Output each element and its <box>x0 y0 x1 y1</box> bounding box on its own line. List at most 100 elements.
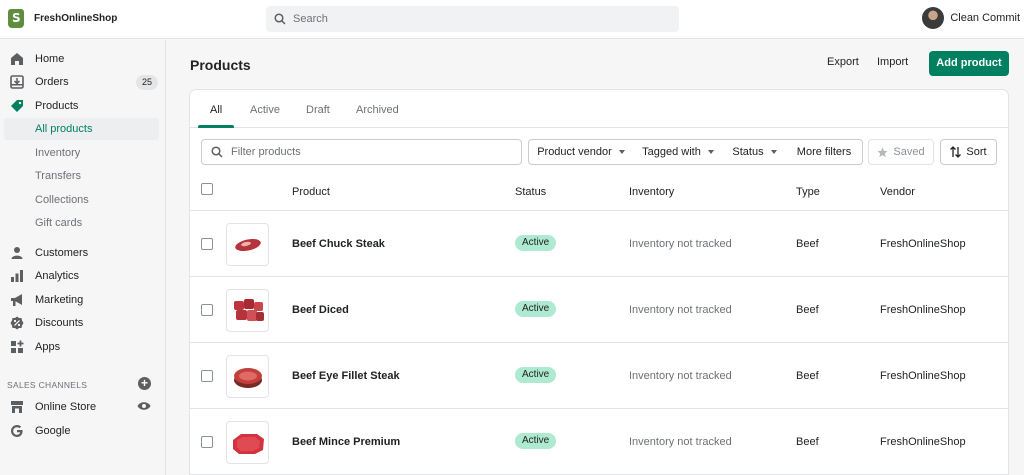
row-checkbox[interactable] <box>201 370 213 382</box>
caret-down-icon <box>770 150 777 154</box>
avatar <box>922 7 945 29</box>
sidebar-item-inventory[interactable]: Inventory <box>0 142 166 164</box>
sidebar-item-label: Inventory <box>35 147 81 159</box>
discount-icon <box>10 316 24 330</box>
table-row[interactable]: Beef Chuck Steak Active Inventory not tr… <box>190 211 1008 277</box>
sidebar-item-orders[interactable]: Orders 25 <box>0 71 166 93</box>
sidebar-item-label: Customers <box>35 247 89 259</box>
sidebar-item-gift-cards[interactable]: Gift cards <box>0 212 166 234</box>
column-header-product[interactable]: Product <box>292 186 330 198</box>
sidebar-item-label: Marketing <box>35 294 84 306</box>
table-row[interactable]: Beef Mince Premium Active Inventory not … <box>190 409 1008 475</box>
sidebar-item-label: Collections <box>35 194 89 206</box>
store-brand[interactable]: FreshOnlineShop <box>8 9 117 28</box>
tab-archived[interactable]: Archived <box>356 104 399 116</box>
more-filters-label: More filters <box>796 146 852 158</box>
product-thumbnail <box>226 421 269 464</box>
sidebar-item-marketing[interactable]: Marketing <box>0 289 166 311</box>
tagged-with-filter-button[interactable]: Tagged with <box>633 139 724 165</box>
filter-products-input[interactable]: Filter products <box>201 139 522 165</box>
select-all-checkbox[interactable] <box>201 183 213 195</box>
search-placeholder: Search <box>293 13 328 25</box>
import-button[interactable]: Import <box>877 56 908 68</box>
eye-icon[interactable] <box>137 401 151 411</box>
sidebar: Home Orders 25 Products All products Inv… <box>0 40 166 475</box>
top-bar: FreshOnlineShop Search Clean Commit <box>0 0 1024 39</box>
sidebar-item-label: Google <box>35 425 71 437</box>
product-vendor-label: Product vendor <box>537 146 612 158</box>
product-thumbnail <box>226 223 269 266</box>
add-sales-channel-icon[interactable]: + <box>138 377 151 390</box>
product-name[interactable]: Beef Chuck Steak <box>292 238 385 250</box>
store-icon <box>11 401 23 413</box>
apps-icon <box>11 340 24 353</box>
status-badge: Active <box>515 433 557 449</box>
status-label: Status <box>732 146 764 158</box>
row-checkbox[interactable] <box>201 304 213 316</box>
status-filter-button[interactable]: Status <box>723 139 787 165</box>
status-badge: Active <box>515 235 557 251</box>
tab-draft[interactable]: Draft <box>306 104 330 116</box>
saved-label: Saved <box>893 146 925 158</box>
product-tabs: All Active Draft Archived <box>190 90 1008 128</box>
table-row[interactable]: Beef Eye Fillet Steak Active Inventory n… <box>190 343 1008 409</box>
table-row[interactable]: Beef Diced Active Inventory not tracked … <box>190 277 1008 343</box>
sidebar-item-label: Orders <box>35 76 69 88</box>
add-product-button[interactable]: Add product <box>929 51 1009 76</box>
tag-icon <box>11 100 23 112</box>
status-badge: Active <box>515 301 557 317</box>
product-vendor-filter-button[interactable]: Product vendor <box>528 139 634 165</box>
sidebar-item-label: Transfers <box>35 170 82 182</box>
search-icon <box>211 146 223 158</box>
product-thumbnail <box>226 355 269 398</box>
sidebar-item-google[interactable]: Google <box>0 420 166 442</box>
sidebar-item-all-products[interactable]: All products <box>4 118 159 140</box>
user-menu[interactable]: Clean Commit <box>922 7 1020 29</box>
column-header-status: Status <box>515 186 547 198</box>
star-icon <box>877 146 888 157</box>
column-header-inventory: Inventory <box>629 186 675 198</box>
export-button[interactable]: Export <box>827 56 859 68</box>
inventory-cell: Inventory not tracked <box>629 436 732 448</box>
row-checkbox[interactable] <box>201 238 213 250</box>
active-tab-indicator <box>198 125 234 128</box>
column-header-vendor: Vendor <box>880 186 915 198</box>
sidebar-item-label: Home <box>35 53 65 65</box>
orders-icon <box>10 75 24 89</box>
sidebar-item-analytics[interactable]: Analytics <box>0 265 166 287</box>
sidebar-item-collections[interactable]: Collections <box>0 189 166 211</box>
product-name[interactable]: Beef Diced <box>292 304 349 316</box>
sidebar-item-label: All products <box>35 123 93 135</box>
vendor-cell: FreshOnlineShop <box>880 304 966 316</box>
sidebar-item-customers[interactable]: Customers <box>0 242 166 264</box>
tagged-with-label: Tagged with <box>642 146 701 158</box>
saved-button[interactable]: Saved <box>868 139 934 165</box>
more-filters-button[interactable]: More filters <box>786 139 863 165</box>
google-icon <box>11 425 23 437</box>
sort-button[interactable]: Sort <box>940 139 997 165</box>
tab-all[interactable]: All <box>210 104 222 116</box>
filter-placeholder: Filter products <box>231 146 301 158</box>
inventory-cell: Inventory not tracked <box>629 370 732 382</box>
sidebar-item-label: Products <box>35 100 79 112</box>
caret-down-icon <box>707 150 714 154</box>
sidebar-item-transfers[interactable]: Transfers <box>0 165 166 187</box>
search-input[interactable]: Search <box>266 6 679 32</box>
orders-count-badge: 25 <box>136 75 158 90</box>
product-name[interactable]: Beef Mince Premium <box>292 436 400 448</box>
caret-down-icon <box>618 150 625 154</box>
status-badge: Active <box>515 367 557 383</box>
sidebar-item-products[interactable]: Products <box>0 95 166 117</box>
column-header-type: Type <box>796 186 820 198</box>
sidebar-item-home[interactable]: Home <box>0 48 166 70</box>
sidebar-item-discounts[interactable]: Discounts <box>0 312 166 334</box>
vendor-cell: FreshOnlineShop <box>880 370 966 382</box>
product-name[interactable]: Beef Eye Fillet Steak <box>292 370 400 382</box>
type-cell: Beef <box>796 238 819 250</box>
user-name: Clean Commit <box>950 12 1020 24</box>
row-checkbox[interactable] <box>201 436 213 448</box>
sidebar-item-apps[interactable]: Apps <box>0 336 166 358</box>
store-name: FreshOnlineShop <box>34 13 118 24</box>
tab-active[interactable]: Active <box>250 104 280 116</box>
sidebar-item-label: Gift cards <box>35 217 83 229</box>
